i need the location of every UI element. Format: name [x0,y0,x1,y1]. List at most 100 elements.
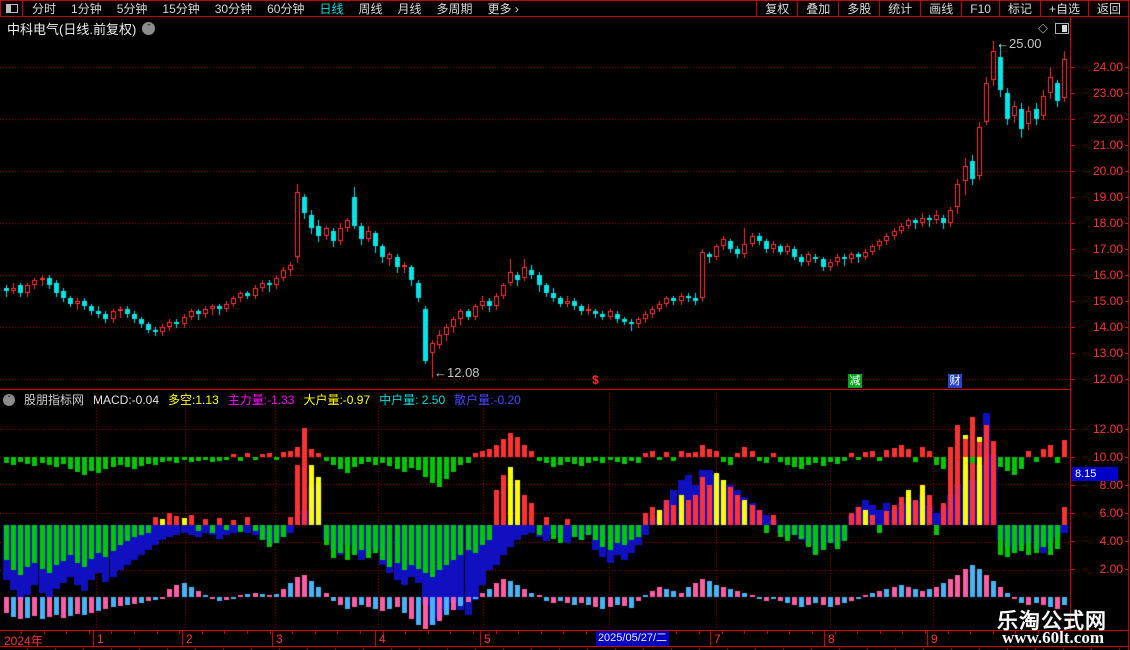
week-subtick [970,631,971,634]
financial-report-marker[interactable]: 财 [948,374,962,388]
diamond-icon[interactable]: ◇ [1038,21,1048,34]
axis-tick [1071,93,1075,94]
week-subtick [993,631,994,634]
indicator-label-10.00: 10.00 [1092,450,1123,464]
week-subtick [247,631,248,634]
week-subtick [202,631,203,634]
axis-tick [1071,353,1075,354]
week-subtick [405,631,406,634]
week-subtick [789,631,790,634]
chevron-down-icon[interactable]: ˇ [142,21,156,35]
menu-item-叠加[interactable]: 叠加 [797,1,838,16]
week-subtick [767,631,768,634]
axis-tick [1071,457,1075,458]
week-subtick [111,631,112,634]
axis-tick [1071,249,1075,250]
right-border [1128,0,1129,650]
week-subtick [383,631,384,634]
week-subtick [948,631,949,634]
panel-divider [0,389,1129,390]
week-subtick [428,631,429,634]
week-subtick [902,631,903,634]
candlestick-chart[interactable] [0,38,1070,389]
price-label-19.00: 19.00 [1092,190,1123,204]
menu-item-F10[interactable]: F10 [961,1,999,16]
month-tick-line [824,631,825,646]
menu-item-复权[interactable]: 复权 [756,1,797,16]
month-label-4: 4 [379,632,386,646]
pane-split-icon[interactable] [1055,22,1069,34]
week-subtick [450,631,451,634]
week-subtick [722,631,723,634]
menu-item-周线[interactable]: 周线 [358,0,382,17]
axis-tick [1071,67,1075,68]
tools-menu: 复权 叠加 多股 统计 画线 F10 标记 +自选 返回 [756,1,1129,16]
axis-tick [1071,569,1075,570]
axis-tick [1071,513,1075,514]
month-tick-line [480,631,481,646]
indicator-collapse-icon[interactable]: ˇ [3,393,15,406]
menu-item-更多 ›[interactable]: 更多 › [488,0,519,17]
price-label-21.00: 21.00 [1092,138,1123,152]
price-label-16.00: 16.00 [1092,268,1123,282]
week-subtick [699,631,700,634]
month-label-9: 9 [931,632,938,646]
week-subtick [157,631,158,634]
indicator-value-4: 中户量: 2.50 [379,393,446,407]
share-reduction-marker[interactable]: 减 [848,374,862,388]
pane-controls: ◇ [1038,21,1069,34]
week-subtick [563,631,564,634]
menu-item-画线[interactable]: 画线 [920,1,961,16]
high-annotation: ←25.00 [996,36,1042,51]
menu-item-统计[interactable]: 统计 [879,1,920,16]
week-subtick [337,631,338,634]
price-label-17.00: 17.00 [1092,242,1123,256]
axis-tick [1071,275,1075,276]
watermark-url: www.60lt.com [1002,628,1104,647]
panel-toggle-button[interactable] [1,1,23,16]
week-subtick [880,631,881,634]
menu-item-分时[interactable]: 分时 [32,0,56,17]
week-subtick [292,631,293,634]
week-subtick [835,631,836,634]
week-subtick [224,631,225,634]
week-subtick [812,631,813,634]
week-subtick [676,631,677,634]
menu-item-60分钟[interactable]: 60分钟 [267,0,304,17]
month-tick-line [710,631,711,646]
month-label-3: 3 [276,632,283,646]
indicator-current-value: 8.15 [1072,467,1118,481]
price-label-15.00: 15.00 [1092,294,1123,308]
menu-item-+自选[interactable]: +自选 [1039,1,1088,16]
menu-item-1分钟[interactable]: 1分钟 [71,0,102,17]
indicator-chart[interactable] [0,389,1070,630]
axis-tick [1071,327,1075,328]
menu-item-5分钟[interactable]: 5分钟 [117,0,148,17]
axis-tick [1071,197,1075,198]
menu-item-标记[interactable]: 标记 [998,1,1040,16]
indicator-name: 股朋指标网 [24,393,85,407]
right-axis: 8.15 24.00 23.00 22.00 21.00 20.00 19.00 18.00… [1070,17,1129,647]
menu-item-15分钟[interactable]: 15分钟 [162,0,199,17]
page-title: 中科电气(日线.前复权) [7,21,137,37]
month-tick-line [182,631,183,646]
indicator-label-2.00: 2.00 [1099,562,1123,576]
menu-item-多周期[interactable]: 多周期 [437,0,473,17]
week-subtick [89,631,90,634]
menu-item-30分钟[interactable]: 30分钟 [215,0,252,17]
menu-item-多股[interactable]: 多股 [838,1,879,16]
date-axis[interactable]: 2024年 2025/05/27/二 1 2 3 4 5 7 8 9 [0,630,1129,648]
price-label-24.00: 24.00 [1092,60,1123,74]
menu-item-月线[interactable]: 月线 [398,0,422,17]
month-label-8: 8 [828,632,835,646]
week-subtick [744,631,745,634]
price-label-13.00: 13.00 [1092,346,1123,360]
menu-item-日线[interactable]: 日线 [319,0,343,17]
month-tick-line [272,631,273,646]
axis-tick [1071,223,1075,224]
indicator-value-1: 多空:1.13 [168,393,219,407]
dividend-marker[interactable]: $ [592,373,599,387]
axis-tick [1071,541,1075,542]
menu-item-返回[interactable]: 返回 [1087,1,1129,16]
axis-tick [1071,301,1075,302]
